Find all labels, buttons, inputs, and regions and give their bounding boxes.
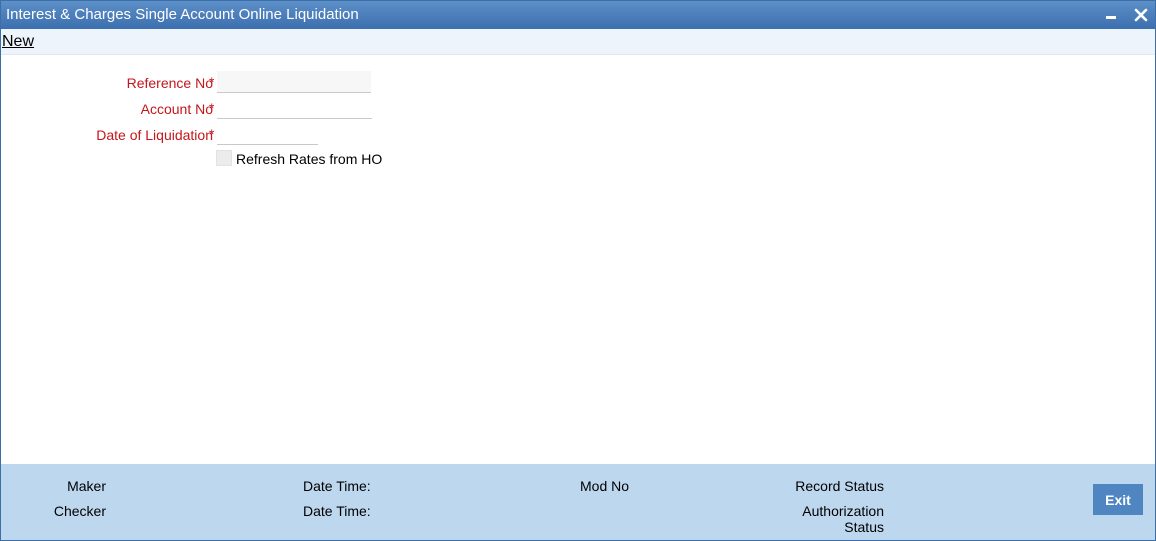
close-button[interactable] [1131,6,1151,24]
exit-button[interactable]: Exit [1093,484,1143,515]
record-status-label: Record Status [795,478,884,494]
checker-datetime-label: Date Time: [303,503,371,519]
title-bar: Interest & Charges Single Account Online… [1,1,1155,29]
maker-datetime-label: Date Time: [303,478,371,494]
close-icon [1134,8,1148,22]
reference-no-label: Reference No [126,75,213,91]
account-no-label: Account No [140,101,213,117]
audit-footer: Maker Checker Date Time: Date Time: Mod … [1,464,1155,540]
mod-no-label: Mod No [580,478,630,494]
liquidation-window: Interest & Charges Single Account Online… [0,0,1156,541]
checker-label: Checker [53,503,106,519]
date-of-liquidation-label: Date of Liquidation [96,127,213,143]
new-link[interactable]: New [2,33,34,51]
reference-no-field[interactable] [217,71,371,93]
reference-no-required-mark: * [209,74,215,90]
account-no-field[interactable] [217,97,372,119]
authorization-status-label-line2: Status [844,519,884,535]
account-no-required-mark: * [209,100,215,116]
window-title: Interest & Charges Single Account Online… [6,6,359,23]
maker-label: Maker [67,478,106,494]
date-of-liquidation-field[interactable] [217,123,318,145]
date-of-liquidation-required-mark: * [209,126,215,142]
refresh-rates-checkbox[interactable] [216,150,232,166]
minimize-button[interactable] [1101,6,1121,24]
authorization-status-label-line1: Authorization [802,503,884,519]
refresh-rates-label: Refresh Rates from HO [236,151,383,167]
minimize-icon [1106,16,1116,19]
toolbar: New [1,29,1155,55]
